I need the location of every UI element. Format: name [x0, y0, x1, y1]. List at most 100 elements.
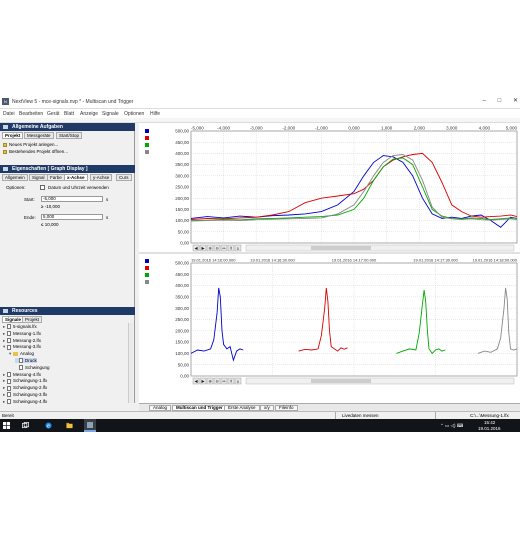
- tab-cursor[interactable]: Curs: [116, 174, 132, 181]
- tasks-panel-header[interactable]: Allgemeine Aufgaben: [0, 123, 135, 131]
- options-label: Optionen:: [6, 185, 26, 190]
- tree-item[interactable]: ▾ Messung-3.lfx: [3, 344, 41, 350]
- task-view-icon[interactable]: [22, 422, 29, 429]
- pin-icon[interactable]: [3, 167, 8, 171]
- nextview-taskbar-button[interactable]: [84, 419, 96, 432]
- tree-item[interactable]: ▸ Schwingung-4.lfx: [3, 399, 47, 405]
- legend-swatch[interactable]: [145, 266, 149, 270]
- start-unit: s: [106, 197, 109, 202]
- minimize-button[interactable]: –: [483, 98, 486, 104]
- props-panel-title: Eigenschaften [ Graph Display ]: [12, 166, 88, 172]
- tab-projekt-resources[interactable]: Projekt: [22, 316, 43, 323]
- status-right: C:\...\Messung-1.lfx: [470, 413, 509, 418]
- datetime-checkbox[interactable]: [40, 185, 45, 190]
- y-tick-label: 100,00: [175, 351, 189, 356]
- edge-browser-icon[interactable]: e: [45, 422, 52, 429]
- end-label: Ende:: [24, 215, 36, 220]
- resources-panel-header[interactable]: Resources: [0, 307, 135, 315]
- menu-optionen[interactable]: Optionen: [124, 111, 144, 117]
- tab-messgeraete[interactable]: Messgeräte: [24, 132, 54, 139]
- legend-swatch[interactable]: [145, 280, 149, 284]
- y-tick-label: 200,00: [175, 196, 189, 201]
- close-button[interactable]: ✕: [513, 98, 518, 104]
- start-field[interactable]: -5,000: [41, 196, 103, 202]
- legend-swatch[interactable]: [145, 273, 149, 277]
- menu-blatt[interactable]: Blatt: [64, 111, 74, 117]
- file-explorer-icon[interactable]: [66, 422, 73, 429]
- chart-tool-icon: ⊖: [215, 246, 218, 251]
- tree-item-label: Messung-3.lfx: [13, 344, 42, 350]
- tree-item[interactable]: ▸ Schwingung-2.lfx: [3, 385, 47, 391]
- maximize-button[interactable]: □: [498, 98, 502, 104]
- tab-start-stop[interactable]: Start/Stop: [56, 132, 83, 139]
- tree-item-label: Messung-1.lfx: [13, 330, 42, 336]
- menu-hilfe[interactable]: Hilfe: [150, 111, 160, 117]
- x-tick-label: 19.01.2016 14:16:30.000: [250, 258, 295, 263]
- menu-datei[interactable]: Datei: [3, 111, 15, 117]
- y-tick-label: 50,00: [178, 229, 190, 234]
- open-project-link[interactable]: Bestehendes Projekt öffnen...: [3, 149, 68, 154]
- menu-geraet[interactable]: Gerät: [47, 111, 60, 117]
- legend-swatch[interactable]: [145, 129, 149, 133]
- file-icon: [7, 371, 11, 377]
- menu-bearbeiten[interactable]: Bearbeiten: [19, 111, 43, 117]
- end-max-hint: ≤ 10,000: [41, 222, 59, 227]
- y-tick-label: 250,00: [175, 317, 189, 322]
- charts-svg[interactable]: 500,00 450,00 400,00 350,00 300,00 250,00 200,…: [139, 123, 520, 403]
- tree-item[interactable]: ▾ Analog: [9, 351, 34, 357]
- tree-item-label: Schwingung-2.lfx: [13, 385, 48, 391]
- tree-item[interactable]: ▸ 5-signals.lfx: [3, 324, 37, 330]
- tree-scrollbar[interactable]: [128, 323, 133, 403]
- new-project-link[interactable]: Neues Projekt anlegen...: [3, 142, 58, 147]
- legend-swatch[interactable]: [145, 143, 149, 147]
- tab-signal[interactable]: Signal: [29, 174, 48, 181]
- tree-item-label: Schwingung: [25, 364, 50, 370]
- legend-swatch[interactable]: [145, 150, 149, 154]
- tab-y-achse[interactable]: y-Achse: [90, 174, 113, 181]
- tree-item[interactable]: Druck: [15, 358, 37, 364]
- taskbar-time: 15:42: [484, 420, 496, 425]
- file-icon: [7, 378, 11, 384]
- x-tick-label: -4,000: [217, 126, 230, 131]
- tree-item[interactable]: ▸ Messung-2.lfx: [3, 338, 41, 344]
- pin-icon[interactable]: [3, 125, 8, 129]
- tab-x-achse[interactable]: x-Achse: [64, 174, 88, 181]
- y-tick-label: 500,00: [175, 261, 189, 266]
- tree-item-label: Messung-2.lfx: [13, 337, 42, 343]
- tree-item[interactable]: ▸ Messung-4.lfx: [3, 372, 41, 378]
- end-field[interactable]: 5,000: [41, 214, 103, 220]
- y-tick-label: 100,00: [175, 218, 189, 223]
- pin-icon[interactable]: [3, 309, 8, 313]
- windows-start-icon[interactable]: [3, 422, 10, 429]
- scrollbar-thumb[interactable]: [311, 246, 371, 250]
- y-tick-label: 350,00: [175, 162, 189, 167]
- tab-signale[interactable]: Signale: [2, 316, 25, 323]
- scrollbar-thumb[interactable]: [311, 379, 371, 383]
- menu-anzeige[interactable]: Anzeige: [80, 111, 98, 117]
- legend-swatch[interactable]: [145, 136, 149, 140]
- chart-hscrollbar[interactable]: [245, 377, 515, 385]
- status-left: Bereit: [2, 413, 14, 418]
- y-tick-label: 200,00: [175, 328, 189, 333]
- chart-hscrollbar[interactable]: [245, 244, 515, 252]
- tree-item-label: Messung-4.lfx: [13, 371, 42, 377]
- menu-signale[interactable]: Signale: [102, 111, 119, 117]
- tasks-panel-title: Allgemeine Aufgaben: [12, 124, 63, 130]
- legend-swatch[interactable]: [145, 259, 149, 263]
- tab-farbe[interactable]: Farbe: [47, 174, 65, 181]
- props-panel-header[interactable]: Eigenschaften [ Graph Display ]: [0, 165, 135, 173]
- menu-bar: Datei Bearbeiten Gerät Blatt Anzeige Sig…: [0, 109, 520, 118]
- x-tick-label: 19.01.2016 14:17:30.000: [413, 258, 458, 263]
- tab-allgemein[interactable]: Allgemein: [2, 174, 28, 181]
- tree-item[interactable]: Schwingung: [15, 364, 50, 371]
- tree-item[interactable]: ▸ Schwingung-3.lfx: [3, 392, 47, 398]
- x-tick-label: 19.01.2016 14:18:00.000: [473, 258, 518, 263]
- tray-icons[interactable]: ⌃ ▭ ◁) ⌨: [440, 423, 463, 429]
- tree-item[interactable]: ▸ Schwingung-1.lfx: [3, 378, 47, 384]
- file-icon: [7, 392, 11, 398]
- chart-tool-icon: ⊕: [208, 246, 211, 251]
- tab-projekt[interactable]: Projekt: [2, 132, 24, 139]
- end-unit: s: [106, 215, 109, 220]
- tree-item[interactable]: ▸ Messung-1.lfx: [3, 331, 41, 337]
- app-icon: N: [2, 98, 9, 105]
